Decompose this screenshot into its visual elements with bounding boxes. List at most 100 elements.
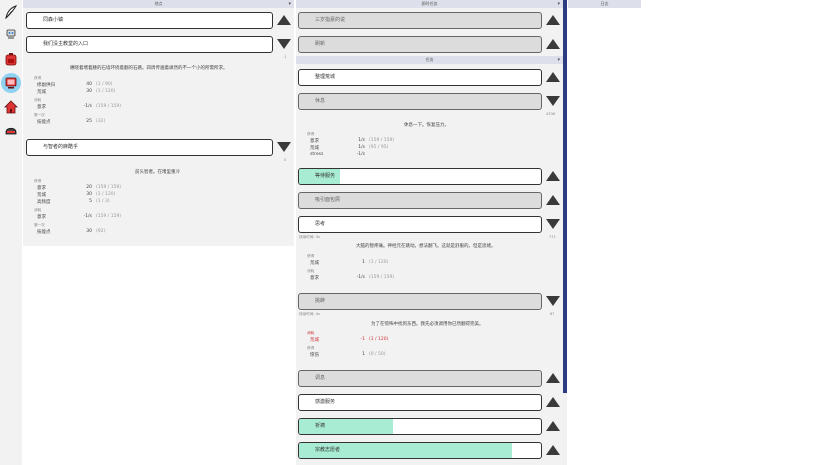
stat-name: 荒城 [310,146,319,151]
location-panel-title: 地点 [154,1,163,6]
arrow-up-icon[interactable] [545,38,561,50]
feather-icon [4,5,18,19]
nav-button[interactable] [1,73,21,93]
task-label: 祈祷 [315,423,326,429]
task-label: 宗教志愿者 [315,447,341,453]
stat-name: 惊伤 [310,353,319,358]
arrow-up-icon[interactable] [545,194,561,206]
task-button[interactable]: 休息 [298,93,542,110]
task-button[interactable]: 宗教志愿者 [298,442,542,459]
stat-max: (159 / 159) [369,138,395,143]
stat-category: 获得 [34,76,42,80]
stat-name: stress [310,152,324,157]
backpack-icon [4,52,18,66]
arrow-down-icon[interactable] [545,218,561,230]
task-description: 大脑的暂疼痛。神经元在跳动。想法翻飞。这就是舒服的。但是思绪。 [356,244,496,249]
nav-button[interactable] [1,2,21,22]
task-panel-title: 即时任务 [421,1,438,6]
task-label: 挑衅 [315,298,326,304]
stat-name: 意求 [37,215,46,220]
nav-button[interactable] [1,120,21,140]
task-button[interactable]: 与智者的麻酷乎 [26,139,273,156]
stat-max: (1 / 120) [369,337,389,342]
task-progress-fill [299,419,394,434]
stat-max: (159 / 159) [96,104,122,109]
stat-value: -1/s [356,152,365,157]
task-count: 4336 [546,112,556,116]
arrow-down-icon[interactable] [545,295,561,307]
task-button[interactable]: 我们没主教堂的入口 [26,36,273,53]
task-button[interactable]: 刷新 [298,36,542,53]
task-duration: 持续时间: 3s [299,235,320,239]
stat-max: (159 / 159) [96,214,122,219]
task-button[interactable]: 调息 [298,370,542,387]
collapse-caret-icon[interactable]: ▾ [288,0,291,8]
arrow-down-icon[interactable] [276,141,292,153]
arrow-up-icon[interactable] [545,372,561,384]
robot-icon [4,27,18,41]
stat-name: 意求 [310,139,319,144]
collapse-caret-icon[interactable]: ▾ [557,56,560,64]
task-label: 与智者的麻酷乎 [43,144,79,150]
stat-max: (95 / 95) [369,145,389,150]
stat-max: (159 / 159) [369,275,395,280]
task-label: 三岁指豪的说 [315,17,346,23]
task-count: 771 [549,235,556,239]
stat-category: 获得 [307,254,315,258]
arrow-up-icon[interactable] [545,14,561,26]
stat-category: 消耗 [307,331,315,335]
task-button[interactable]: 三岁指豪的说 [298,12,542,29]
task-label: 思考 [315,221,326,227]
nav-button[interactable] [1,97,21,117]
arrow-up-icon[interactable] [545,444,561,456]
task-button[interactable]: 祈祷 [298,418,542,435]
task-button[interactable]: 整理荒城 [298,69,542,86]
stat-max: (1 / 90) [96,82,113,87]
arrow-up-icon[interactable] [545,396,561,408]
stat-name: 技能点 [37,230,51,235]
collapse-caret-icon[interactable]: ▾ [557,0,560,8]
location-description: 前头智者。在堵里重冷 [135,170,180,175]
task-button[interactable]: 吸引面包屑 [298,192,542,209]
stat-value: 1 [362,260,365,265]
stat-value: 30 [86,89,92,94]
stat-category: 获得 [307,346,315,350]
arrow-up-icon[interactable] [276,14,292,26]
task-button[interactable]: 同森小镇 [26,12,273,29]
task-label: 我们没主教堂的入口 [43,41,89,47]
stat-value: 30 [86,192,92,197]
arrow-up-icon[interactable] [545,71,561,83]
stat-value: -1 [360,337,366,342]
stat-name: 意求 [37,105,46,110]
stat-value: 1 [362,352,365,357]
house-icon [4,100,18,114]
task-label: 休息 [315,98,326,104]
location-count: 1 [284,55,287,59]
task-button[interactable]: 感激服务 [298,394,542,411]
task-count: 67 [550,312,555,316]
stat-category: 获得 [34,179,42,183]
task-button[interactable]: 挑衅 [298,293,542,310]
stat-value: -1/s [83,214,92,219]
task-panel-header: 即时任务 ▾ [296,0,563,8]
stat-name: 荒城 [310,338,319,343]
stat-name: 修副供归 [37,83,55,88]
arrow-down-icon[interactable] [545,95,561,107]
arrow-down-icon[interactable] [276,38,292,50]
arrow-up-icon[interactable] [545,170,561,182]
stat-max: (32) [96,119,106,124]
stat-name: 技能点 [37,120,51,125]
nav-button[interactable] [1,24,21,44]
task-button[interactable]: 等待服务 [298,168,542,185]
sidebar-nav [0,0,22,465]
stat-max: (1 / 120) [96,192,116,197]
stat-max: (1 / 120) [369,260,389,265]
arrow-up-icon[interactable] [545,420,561,432]
task-button[interactable]: 思考 [298,216,542,233]
nav-button[interactable] [1,49,21,69]
stat-value: 30 [86,229,92,234]
stat-category: 消耗 [34,98,42,102]
stat-max: (0 / 50) [369,352,386,357]
scrollbar-thumb[interactable] [563,0,567,393]
task-description: 休息一下。恢复压力。 [404,123,449,128]
